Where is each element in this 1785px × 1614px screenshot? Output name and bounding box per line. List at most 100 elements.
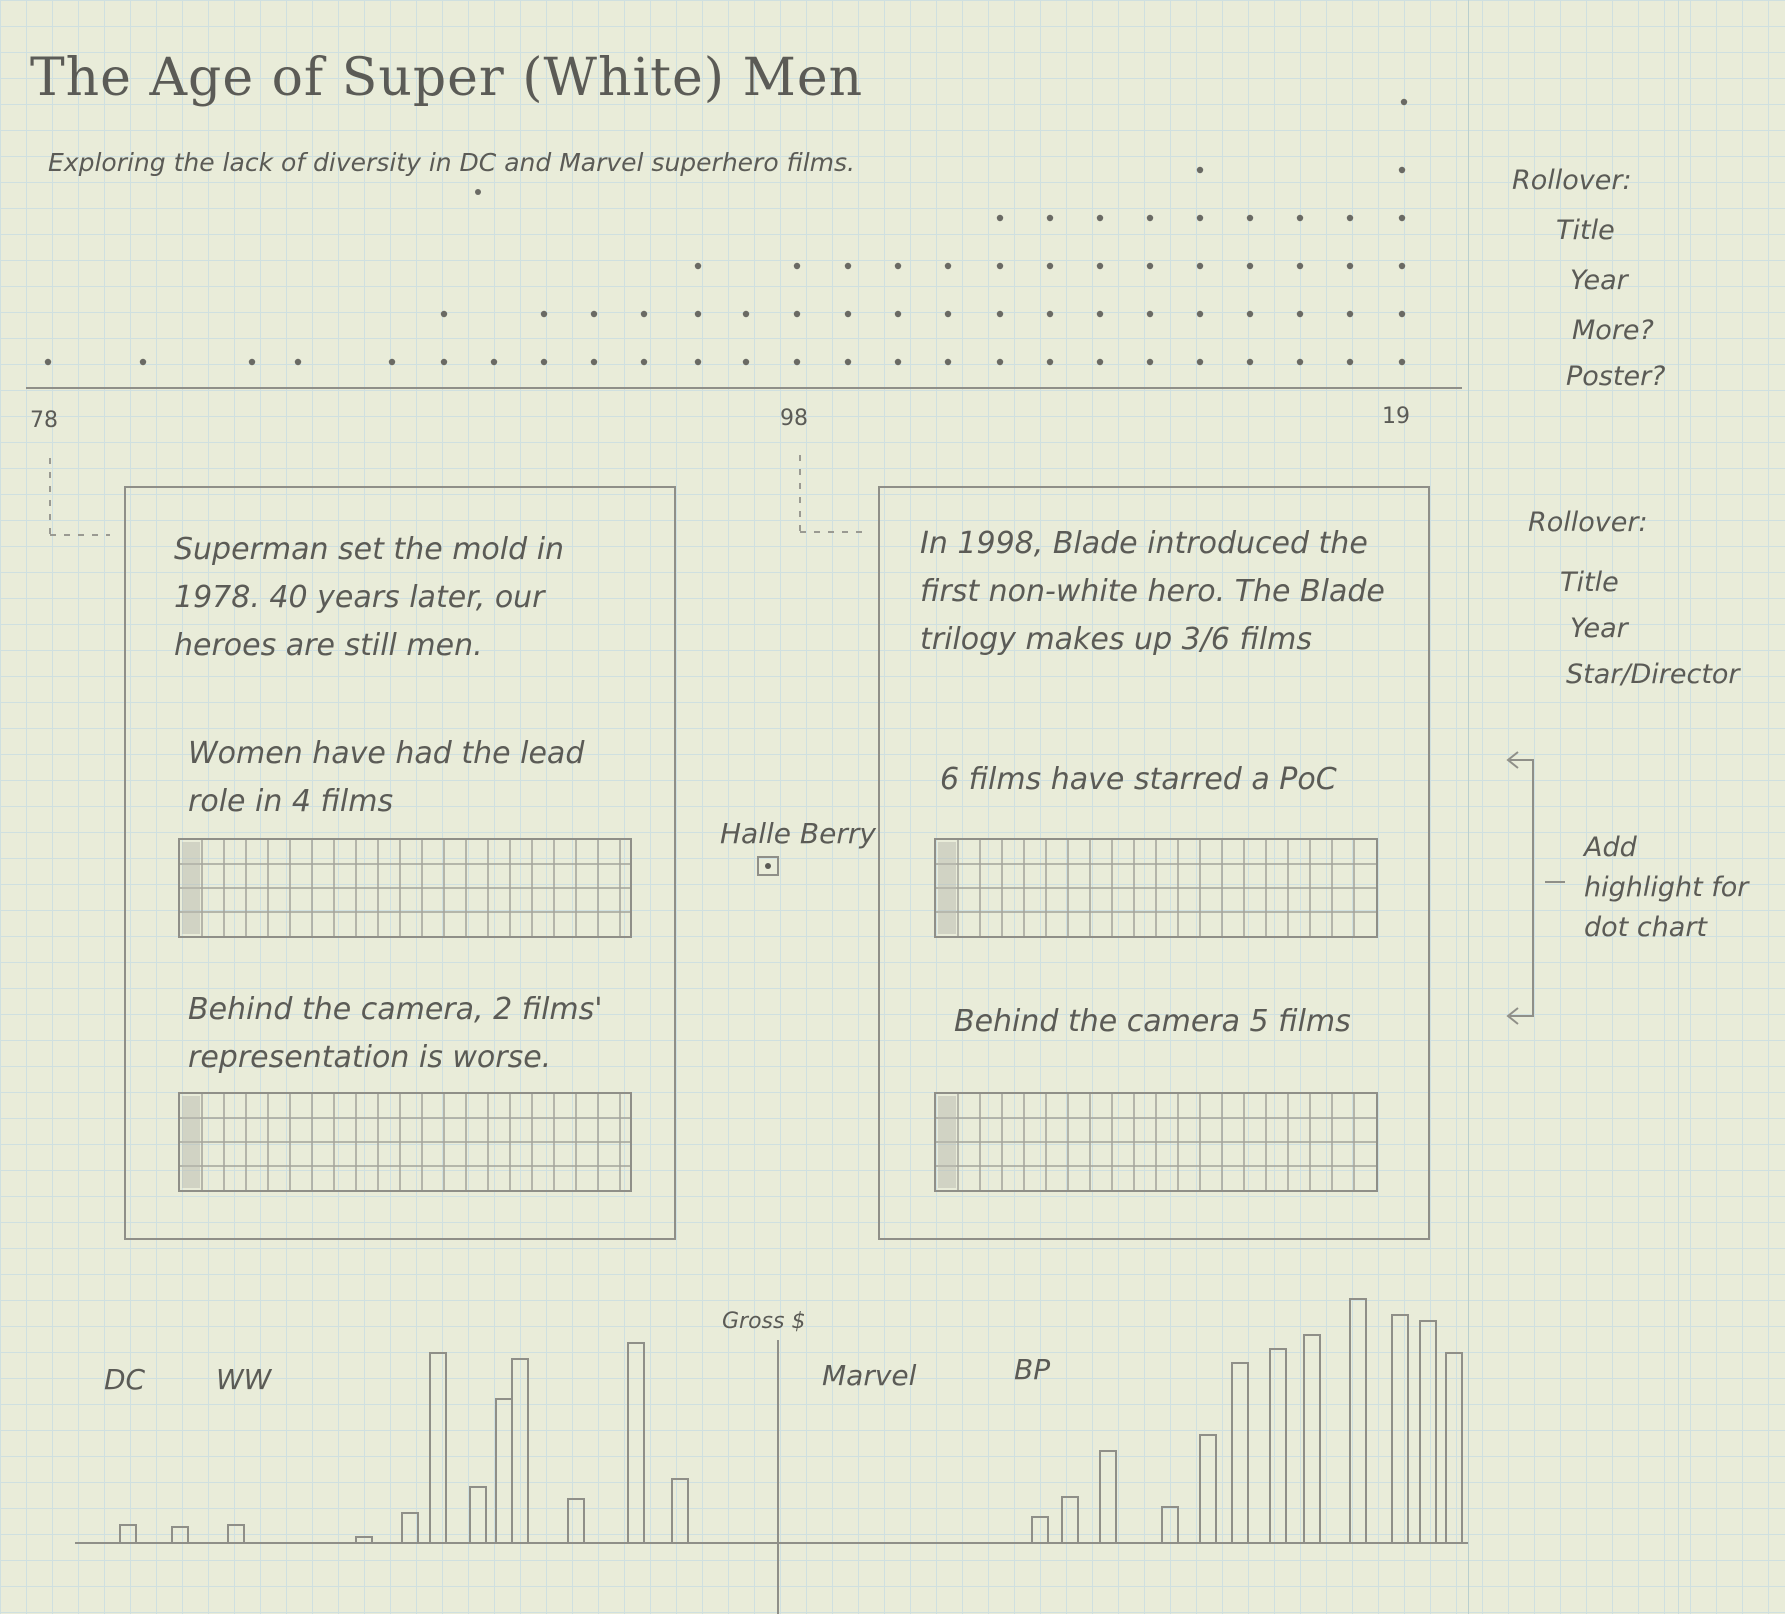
gross-bar <box>119 1524 137 1544</box>
ww-label: WW <box>216 1363 272 1396</box>
dot-chart-dot <box>640 358 648 366</box>
dot-chart-dot <box>1096 262 1104 270</box>
dot-axis-end: 19 <box>1382 404 1410 429</box>
rollover-top-item: Year <box>1570 265 1628 296</box>
dc-label: DC <box>104 1363 146 1396</box>
dot-chart-dot <box>1246 310 1254 318</box>
gross-bar <box>1099 1450 1117 1544</box>
gross-bar <box>671 1478 689 1544</box>
gross-bar <box>1161 1506 1179 1544</box>
left-lead-waffle <box>178 838 632 938</box>
dot-chart-dot <box>1196 262 1204 270</box>
right-lead-waffle <box>934 838 1378 938</box>
rollover-top-item: Title <box>1556 215 1615 246</box>
dot-chart-dot <box>1096 310 1104 318</box>
dot-chart-dot <box>844 358 852 366</box>
highlight-bracket <box>1510 759 1534 1017</box>
left-camera-waffle <box>178 1092 632 1192</box>
gross-bar <box>1349 1298 1367 1544</box>
dot-chart-dot <box>1096 358 1104 366</box>
dot-chart-dot <box>440 310 448 318</box>
dot-chart-dot <box>844 310 852 318</box>
dot-chart-dot <box>139 358 147 366</box>
dot-chart-dot <box>1096 214 1104 222</box>
marvel-label: Marvel <box>822 1359 917 1392</box>
gross-label: Gross $ <box>722 1309 806 1334</box>
dot-chart-dot <box>540 310 548 318</box>
dot-chart-dots <box>44 98 1408 366</box>
gross-bar <box>495 1398 513 1544</box>
dot-axis-mid: 98 <box>780 406 808 431</box>
dot-chart-dot <box>694 310 702 318</box>
gross-bar <box>1445 1352 1463 1544</box>
dot-chart-dot <box>1146 262 1154 270</box>
halle-berry-label: Halle Berry <box>720 817 876 850</box>
gross-bar <box>1031 1516 1049 1544</box>
add-highlight-note: Add highlight for dot chart <box>1584 832 1749 943</box>
dot-chart-dot <box>1196 166 1204 174</box>
dot-chart-dot <box>1246 262 1254 270</box>
dot-chart-dot <box>1146 214 1154 222</box>
gross-bar <box>227 1524 245 1544</box>
dot-chart-dot <box>996 358 1004 366</box>
dot-chart-dot <box>996 262 1004 270</box>
gross-bar <box>469 1486 487 1544</box>
dot-chart-dot <box>1398 262 1406 270</box>
dot-chart-dot <box>1346 214 1354 222</box>
right-camera-waffle-grid <box>936 1094 1376 1190</box>
halle-marker-dot <box>765 863 771 869</box>
rollover-top-item: More? <box>1572 315 1654 346</box>
right-card: In 1998, Blade introduced the first non-… <box>878 486 1430 1240</box>
dot-chart-dot <box>1146 358 1154 366</box>
gross-bar <box>567 1498 585 1544</box>
dot-chart-dot <box>1398 358 1406 366</box>
dot-chart-dot <box>44 358 52 366</box>
gross-bar <box>401 1512 419 1544</box>
rollover-mid-heading: Rollover: <box>1528 507 1648 538</box>
right-card-camera-stat: Behind the camera 5 films <box>954 1004 1351 1039</box>
dot-chart-dot <box>1346 262 1354 270</box>
gross-bar <box>1231 1362 1249 1544</box>
waffle-hatch <box>182 1096 200 1188</box>
dot-chart-dot <box>996 214 1004 222</box>
dot-chart-dot <box>996 310 1004 318</box>
dot-chart-dot <box>694 262 702 270</box>
dot-axis-start: 78 <box>30 408 58 433</box>
rollover-top-item: Poster? <box>1566 361 1666 392</box>
right-card-lead-stat: 6 films have starred a PoC <box>940 762 1337 797</box>
dot-chart-dot <box>894 358 902 366</box>
dot-chart-dot <box>1196 358 1204 366</box>
dot-chart-dot <box>490 358 498 366</box>
right-lead-waffle-grid <box>936 840 1376 936</box>
dot-chart-dot <box>1196 214 1204 222</box>
dot-chart-dot <box>1296 358 1304 366</box>
gross-bar <box>627 1342 645 1544</box>
dot-chart-dot <box>944 310 952 318</box>
rollover-top-heading: Rollover: <box>1512 165 1632 196</box>
rollover-mid-item: Title <box>1560 567 1619 598</box>
gross-bar <box>1303 1334 1321 1544</box>
gross-bar <box>171 1526 189 1544</box>
dot-chart-dot <box>1398 214 1406 222</box>
dot-chart-dot <box>894 310 902 318</box>
dot-chart-dot <box>844 262 852 270</box>
dot-chart-dot <box>793 310 801 318</box>
right-card-intro: In 1998, Blade introduced the first non-… <box>920 526 1385 657</box>
right-camera-waffle <box>934 1092 1378 1192</box>
dot-chart-dot <box>742 358 750 366</box>
dot-chart-dot <box>1296 262 1304 270</box>
dot-chart-dot <box>540 358 548 366</box>
dot-chart-dot <box>1296 310 1304 318</box>
dot-chart-dot <box>1046 310 1054 318</box>
dot-chart-dot <box>248 358 256 366</box>
dot-chart-dot <box>388 358 396 366</box>
dot-chart-dot <box>894 262 902 270</box>
dot-chart-dot <box>440 358 448 366</box>
gross-bar <box>1061 1496 1079 1544</box>
dot-chart-dot <box>475 189 481 195</box>
left-card-camera-stat: Behind the camera, 2 films' representati… <box>188 992 603 1075</box>
dot-chart-dot <box>1246 214 1254 222</box>
dot-chart-dot <box>1398 166 1406 174</box>
left-lead-waffle-grid <box>180 840 630 936</box>
dot-chart-dot <box>1398 310 1406 318</box>
